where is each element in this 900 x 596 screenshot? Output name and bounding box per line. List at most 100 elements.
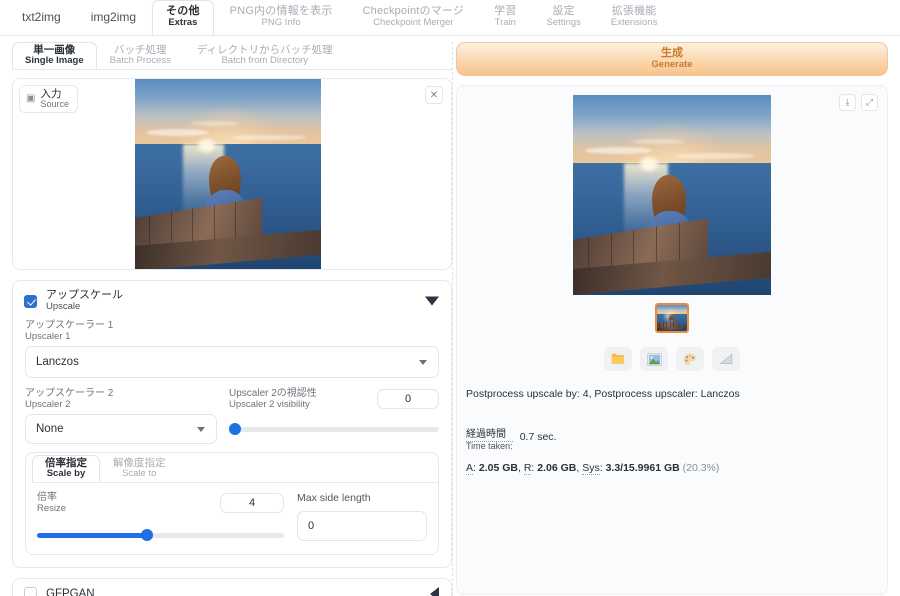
upscale-accordion: アップスケール Upscale アップスケーラー 1 Upscaler 1 La… bbox=[12, 280, 452, 569]
gallery-thumbnail-1[interactable] bbox=[655, 303, 689, 333]
subtab-scale-by[interactable]: 倍率指定 Scale by bbox=[32, 455, 100, 483]
upscaler2-label-en: Upscaler 2 bbox=[25, 398, 71, 410]
gfpgan-checkbox[interactable] bbox=[24, 587, 37, 596]
generate-button[interactable]: 生成 Generate bbox=[456, 42, 888, 76]
column-divider bbox=[452, 42, 453, 596]
tab-png-info-label-en: PNG Info bbox=[261, 17, 301, 29]
source-label-en: Source bbox=[40, 99, 69, 110]
scale-mode-tabs: 倍率指定 Scale by 解像度指定 Scale to bbox=[32, 453, 438, 484]
subtab-scale-to[interactable]: 解像度指定 Scale to bbox=[100, 455, 179, 482]
tab-extensions[interactable]: 拡張機能 Extensions bbox=[597, 0, 671, 35]
tab-extensions-label-en: Extensions bbox=[610, 17, 658, 29]
memory-sys-percent: (20.3%) bbox=[682, 462, 720, 475]
upscale-checkbox[interactable] bbox=[24, 294, 37, 308]
upscaler1-value: Lanczos bbox=[36, 356, 79, 369]
main-tab-bar: txt2img img2img その他 Extras PNG内の情報を表示 PN… bbox=[0, 0, 900, 36]
app-root: txt2img img2img その他 Extras PNG内の情報を表示 PN… bbox=[0, 0, 900, 596]
tab-img2img-label: img2img bbox=[90, 10, 137, 25]
extras-mode-tabs: 単一画像 Single Image バッチ処理 Batch Process ディ… bbox=[12, 42, 452, 70]
generate-button-en: Generate bbox=[651, 58, 693, 70]
gallery-action-icons bbox=[457, 347, 887, 371]
tab-img2img[interactable]: img2img bbox=[77, 0, 150, 35]
download-icon[interactable]: ⤓ bbox=[839, 94, 856, 111]
tab-txt2img-label: txt2img bbox=[22, 10, 61, 25]
upscaler2-select[interactable]: None bbox=[25, 414, 217, 445]
upscaler1-select[interactable]: Lanczos bbox=[25, 346, 439, 379]
output-image-preview[interactable] bbox=[573, 95, 771, 295]
chevron-down-icon bbox=[419, 360, 427, 366]
close-icon: ✕ bbox=[429, 89, 439, 101]
chevron-down-icon[interactable] bbox=[425, 296, 439, 306]
memory-sys-value: 3.3/15.9961 GB bbox=[605, 462, 680, 475]
tab-settings[interactable]: 設定 Settings bbox=[533, 0, 595, 35]
tab-train[interactable]: 学習 Train bbox=[480, 0, 530, 35]
upscaler2-label: アップスケーラー 2 Upscaler 2 bbox=[25, 388, 217, 410]
gfpgan-accordion-header[interactable]: GFPGAN bbox=[13, 579, 451, 596]
tab-checkpoint-merger[interactable]: Checkpointのマージ Checkpoint Merger bbox=[349, 0, 479, 35]
palette-icon[interactable] bbox=[676, 347, 704, 371]
memory-sys-key: Sys bbox=[582, 462, 600, 476]
memory-a-key: A bbox=[466, 462, 474, 476]
scale-mode-box: 倍率指定 Scale by 解像度指定 Scale to 倍率 Resize 4… bbox=[25, 452, 439, 556]
tab-checkpoint-merger-label-en: Checkpoint Merger bbox=[373, 17, 454, 29]
max-side-length-label: Max side length bbox=[297, 492, 371, 505]
tab-train-label-en: Train bbox=[494, 17, 516, 29]
subtab-scale-to-en: Scale to bbox=[122, 468, 157, 480]
max-side-length-input[interactable]: 0 bbox=[297, 510, 427, 541]
folder-icon[interactable] bbox=[604, 347, 632, 371]
upscale-accordion-body: アップスケーラー 1 Upscaler 1 Lanczos アップスケーラー 2… bbox=[13, 320, 451, 567]
tab-extras[interactable]: その他 Extras bbox=[152, 0, 214, 35]
resize-slider[interactable] bbox=[37, 529, 284, 542]
source-image-dropzone[interactable]: ▣ 入力 Source ✕ bbox=[12, 78, 452, 270]
resize-value[interactable]: 4 bbox=[220, 493, 284, 514]
source-image-preview bbox=[135, 79, 321, 269]
upscaler1-label: アップスケーラー 1 Upscaler 1 bbox=[25, 320, 439, 342]
right-panel: 生成 Generate ⤓ ⤢ Postprocess upscale by: … bbox=[456, 42, 888, 595]
upscaler2-visibility-slider[interactable] bbox=[229, 423, 439, 436]
result-gallery: ⤓ ⤢ Postprocess upscale by: 4, Postproce… bbox=[456, 85, 888, 595]
gfpgan-accordion: GFPGAN bbox=[12, 578, 452, 596]
upscale-title-en: Upscale bbox=[46, 300, 81, 312]
time-taken-label-ja: 経過時間 bbox=[466, 429, 513, 442]
gfpgan-title: GFPGAN bbox=[46, 587, 95, 596]
upscaler1-label-ja: アップスケーラー 1 bbox=[25, 320, 114, 332]
memory-a-value: 2.05 GB bbox=[478, 462, 518, 475]
upscaler1-label-en: Upscaler 1 bbox=[25, 330, 71, 342]
chevron-left-icon[interactable] bbox=[430, 586, 439, 596]
subtab-batch-process-en: Batch Process bbox=[109, 55, 171, 67]
tab-settings-label-en: Settings bbox=[546, 17, 581, 29]
tab-txt2img[interactable]: txt2img bbox=[8, 0, 75, 35]
chevron-down-icon bbox=[197, 427, 205, 433]
image-icon[interactable] bbox=[640, 347, 668, 371]
gallery-thumbnails bbox=[457, 303, 887, 333]
image-icon: ▣ bbox=[26, 92, 36, 104]
ruler-icon[interactable] bbox=[712, 347, 740, 371]
source-label: ▣ 入力 Source bbox=[19, 85, 78, 114]
left-panel: 単一画像 Single Image バッチ処理 Batch Process ディ… bbox=[12, 42, 452, 596]
resize-label: 倍率 Resize bbox=[37, 492, 67, 515]
upscaler2-visibility-label-en: Upscaler 2 visibility bbox=[229, 398, 310, 410]
fullscreen-icon[interactable]: ⤢ bbox=[861, 94, 878, 111]
upscaler2-visibility-label: Upscaler 2の視認性 Upscaler 2 visibility bbox=[229, 388, 317, 410]
upscaler2-value: None bbox=[36, 423, 64, 436]
postprocess-info-text: Postprocess upscale by: 4, Postprocess u… bbox=[466, 388, 740, 400]
subtab-batch-process[interactable]: バッチ処理 Batch Process bbox=[97, 42, 184, 69]
clear-source-button[interactable]: ✕ bbox=[425, 86, 443, 104]
time-taken-value: 0.7 sec. bbox=[519, 431, 557, 443]
memory-usage-line: A: 2.05 GB, R: 2.06 GB, Sys: 3.3/15.9961… bbox=[466, 462, 720, 476]
subtab-batch-from-directory[interactable]: ディレクトリからバッチ処理 Batch from Directory bbox=[184, 42, 346, 69]
tab-extras-label-en: Extras bbox=[168, 17, 198, 29]
upscaler2-visibility-value[interactable]: 0 bbox=[377, 389, 439, 410]
tab-png-info[interactable]: PNG内の情報を表示 PNG Info bbox=[216, 0, 347, 35]
memory-r-key: R bbox=[523, 462, 532, 476]
time-taken-block: 経過時間 Time taken: 0.7 sec. A: 2.05 GB, R:… bbox=[466, 429, 887, 476]
subtab-single-image[interactable]: 単一画像 Single Image bbox=[12, 42, 97, 69]
time-taken-label-en: Time taken: bbox=[466, 440, 513, 451]
result-toolbar: ⤓ ⤢ bbox=[839, 94, 878, 111]
subtab-single-image-en: Single Image bbox=[25, 55, 84, 67]
upscale-accordion-header[interactable]: アップスケール Upscale bbox=[13, 281, 451, 321]
resize-label-en: Resize bbox=[37, 503, 67, 515]
subtab-scale-by-en: Scale by bbox=[46, 468, 86, 480]
memory-r-value: 2.06 GB bbox=[537, 462, 577, 475]
subtab-batch-from-directory-en: Batch from Directory bbox=[221, 55, 309, 67]
